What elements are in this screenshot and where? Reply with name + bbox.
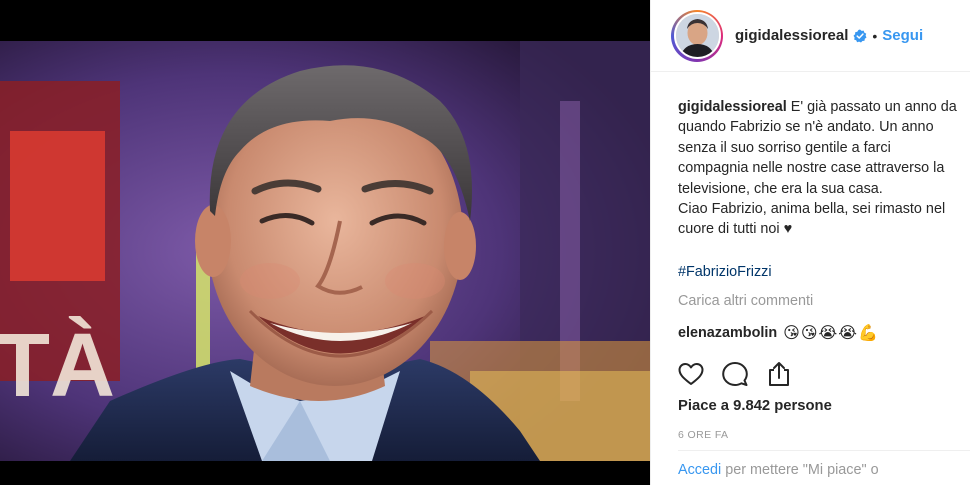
separator-dot: • (872, 27, 878, 44)
share-icon (769, 362, 789, 386)
post-caption: gigidalessioreal E' già passato un anno … (678, 97, 970, 240)
header-username[interactable]: gigidalessioreal (735, 27, 848, 44)
story-ring[interactable] (671, 9, 723, 62)
post-header: gigidalessioreal • Segui (651, 0, 970, 72)
post-photo[interactable]: TÀ (0, 41, 650, 461)
caption-line: senza il suo sorriso gentile a farci (678, 139, 891, 156)
comment-button[interactable] (719, 358, 751, 390)
caption-line: compagnia nelle nostre case attraverso l… (678, 160, 945, 177)
caption-username[interactable]: gigidalessioreal (678, 99, 787, 115)
section-divider (678, 450, 970, 451)
flexed-arm-emoji: 💪 (857, 323, 878, 342)
hashtag-link[interactable]: #FabrizioFrizzi (678, 264, 772, 280)
share-button[interactable] (763, 358, 795, 390)
photo-illustration: TÀ (0, 41, 650, 461)
instagram-post: TÀ gigidalessioreal • Segui gigidalessio… (0, 0, 970, 485)
load-more-comments-link[interactable]: Carica altri commenti (678, 293, 813, 309)
post-media: TÀ (0, 0, 650, 485)
login-prompt-text: per mettere "Mi piace" o (725, 462, 879, 478)
verified-badge-icon (853, 29, 867, 43)
caption-text: E' già passato un anno da (790, 99, 957, 115)
caption-line: quando Fabrizio se n'è andato. Un anno (678, 119, 934, 136)
kiss-emoji: 😘 (783, 323, 800, 342)
crying-emoji: 😭 (818, 323, 838, 342)
post-timestamp[interactable]: 6 ORE FA (678, 429, 728, 441)
avatar-image (675, 14, 719, 57)
caption-line: gigidalessioreal E' già passato un anno … (678, 97, 970, 117)
svg-text:TÀ: TÀ (0, 315, 115, 416)
avatar[interactable] (673, 12, 721, 59)
follow-button[interactable]: Segui (882, 27, 923, 44)
heart-icon (678, 363, 704, 385)
kiss-emoji: 😘 (800, 323, 818, 342)
comment-row: elenazambolin 😘 😘 😭 😭 💪 (678, 323, 879, 342)
like-button[interactable] (675, 358, 707, 390)
action-bar (675, 358, 807, 390)
caption-line: televisione, che era la sua casa. (678, 180, 883, 197)
likes-count[interactable]: Piace a 9.842 persone (678, 398, 832, 414)
caption-line: Ciao Fabrizio, anima bella, sei rimasto … (678, 201, 946, 218)
comment-icon (722, 362, 748, 386)
login-prompt: Accedi per mettere "Mi piace" o (678, 462, 879, 478)
post-side-panel: gigidalessioreal • Segui gigidalessiorea… (650, 0, 970, 485)
crying-emoji: 😭 (838, 323, 857, 342)
caption-line: cuore di tutti noi ♥ (678, 221, 793, 238)
comment-username[interactable]: elenazambolin (678, 325, 777, 341)
login-link[interactable]: Accedi (678, 462, 721, 478)
